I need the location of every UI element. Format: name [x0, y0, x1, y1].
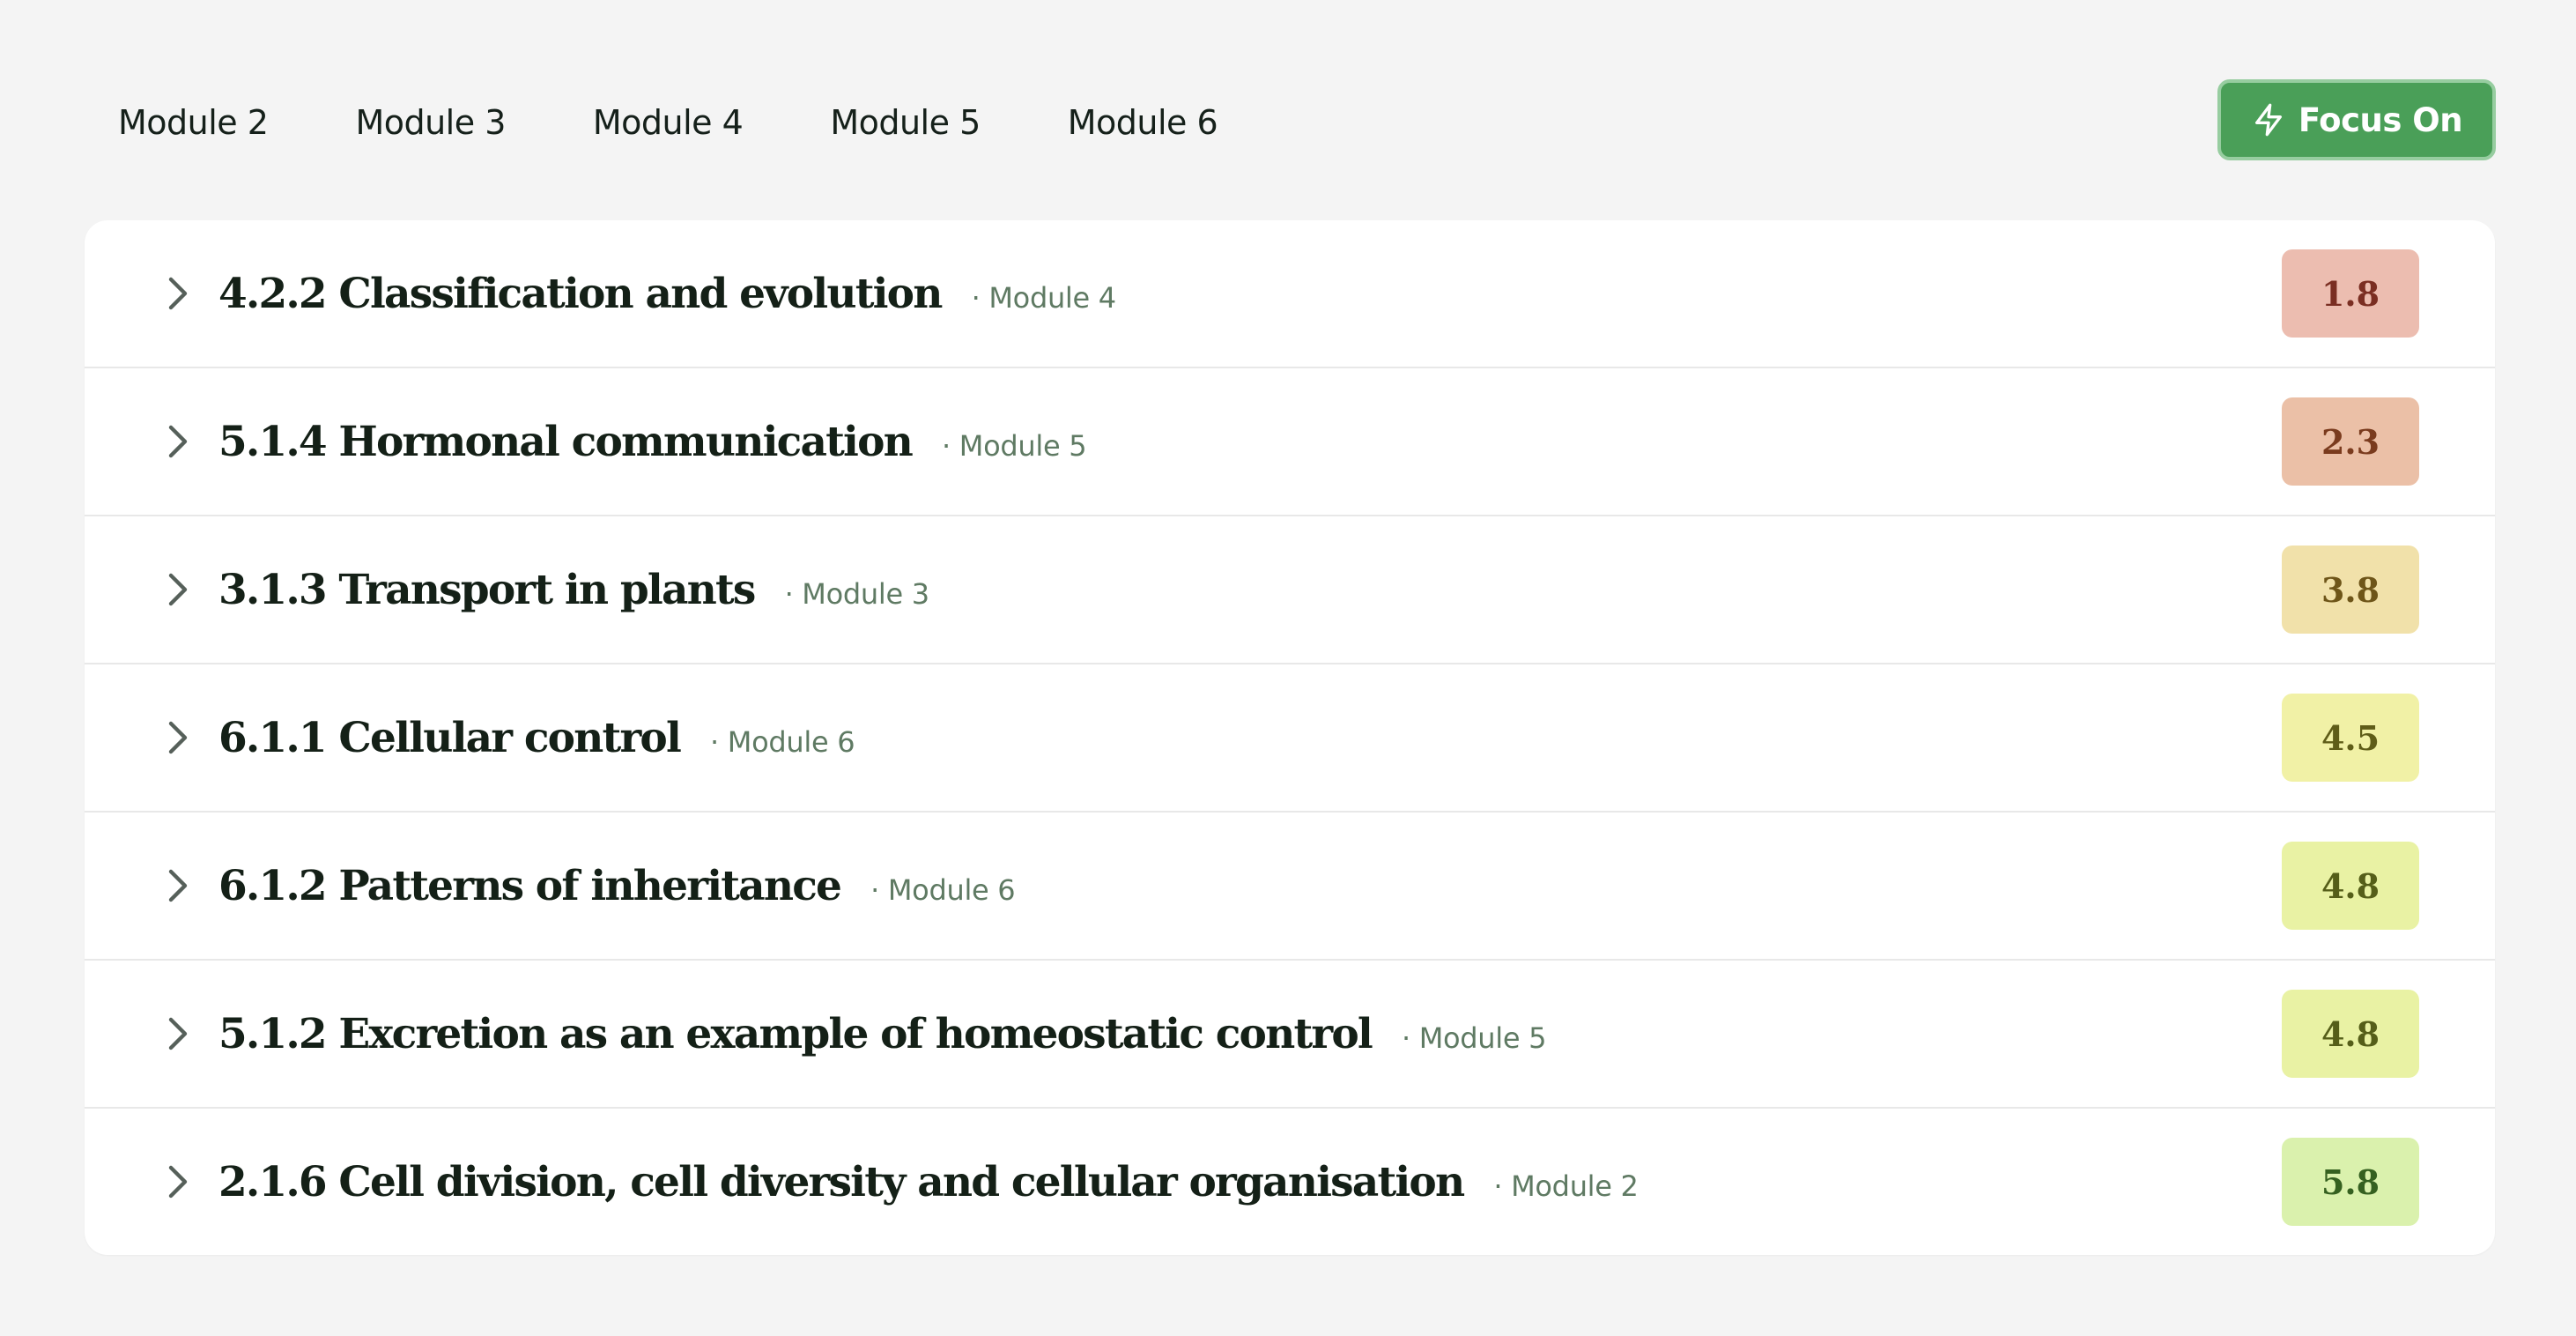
chevron-right-icon	[168, 573, 188, 606]
module-tabs: Module 2 Module 3 Module 4 Module 5 Modu…	[118, 79, 1218, 166]
topic-module: · Module 2	[1493, 1169, 1639, 1203]
score-badge: 3.8	[2282, 546, 2419, 634]
top-bar: Module 2 Module 3 Module 4 Module 5 Modu…	[85, 79, 2496, 166]
chevron-right-icon	[168, 869, 188, 902]
tab-module-6[interactable]: Module 6	[1068, 103, 1218, 142]
topic-title: 3.1.3 Transport in plants · Module 3	[218, 566, 929, 614]
tab-module-4[interactable]: Module 4	[593, 103, 744, 142]
chevron-right-icon	[168, 1165, 188, 1199]
topic-list: 4.2.2 Classification and evolution · Modu…	[85, 220, 2495, 1255]
score-badge: 2.3	[2282, 397, 2419, 486]
topic-module: · Module 6	[710, 724, 855, 759]
topic-title: 5.1.4 Hormonal communication · Module 5	[218, 417, 1087, 466]
topic-title: 6.1.2 Patterns of inheritance · Module 6	[218, 861, 1016, 910]
topic-module: · Module 5	[942, 428, 1087, 463]
topic-name: 6.1.2 Patterns of inheritance	[218, 861, 842, 910]
topic-row[interactable]: 6.1.1 Cellular control · Module 6 4.5	[85, 664, 2495, 813]
tab-module-2[interactable]: Module 2	[118, 103, 269, 142]
topic-row[interactable]: 6.1.2 Patterns of inheritance · Module 6 …	[85, 813, 2495, 961]
topic-module: · Module 3	[784, 576, 930, 611]
chevron-right-icon	[168, 277, 188, 310]
score-badge: 4.8	[2282, 990, 2419, 1078]
score-badge: 1.8	[2282, 249, 2419, 338]
topic-name: 5.1.2 Excretion as an example of homeost…	[218, 1009, 1373, 1058]
topic-row[interactable]: 5.1.4 Hormonal communication · Module 5 2…	[85, 368, 2495, 516]
tab-module-3[interactable]: Module 3	[355, 103, 506, 142]
topic-name: 3.1.3 Transport in plants	[218, 565, 756, 614]
topic-row[interactable]: 5.1.2 Excretion as an example of homeost…	[85, 961, 2495, 1109]
score-badge: 5.8	[2282, 1138, 2419, 1226]
tab-module-5[interactable]: Module 5	[830, 103, 981, 142]
topic-module: · Module 5	[1401, 1021, 1547, 1055]
score-badge: 4.5	[2282, 694, 2419, 782]
chevron-right-icon	[168, 425, 188, 458]
lightning-bolt-icon	[2254, 103, 2282, 137]
topic-title: 5.1.2 Excretion as an example of homeost…	[218, 1009, 1547, 1058]
focus-on-button[interactable]: Focus On	[2217, 79, 2496, 160]
score-badge: 4.8	[2282, 842, 2419, 930]
topic-row[interactable]: 2.1.6 Cell division, cell diversity and …	[85, 1109, 2495, 1255]
chevron-right-icon	[168, 721, 188, 754]
topic-title: 4.2.2 Classification and evolution · Modu…	[218, 270, 1116, 318]
topic-name: 6.1.1 Cellular control	[218, 713, 682, 762]
topic-module: · Module 6	[870, 872, 1016, 907]
focus-on-label: Focus On	[2298, 100, 2463, 139]
topic-row[interactable]: 4.2.2 Classification and evolution · Modu…	[85, 220, 2495, 368]
topic-title: 2.1.6 Cell division, cell diversity and …	[218, 1158, 1639, 1206]
topic-name: 4.2.2 Classification and evolution	[218, 269, 943, 318]
chevron-right-icon	[168, 1017, 188, 1050]
topic-name: 5.1.4 Hormonal communication	[218, 417, 914, 466]
topic-name: 2.1.6 Cell division, cell diversity and …	[218, 1157, 1465, 1206]
topic-title: 6.1.1 Cellular control · Module 6	[218, 714, 855, 762]
topic-module: · Module 4	[971, 280, 1117, 315]
topic-row[interactable]: 3.1.3 Transport in plants · Module 3 3.8	[85, 516, 2495, 664]
